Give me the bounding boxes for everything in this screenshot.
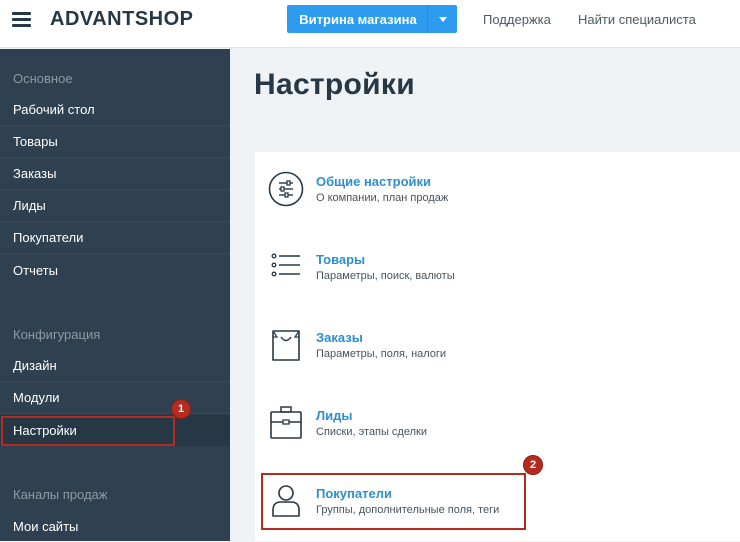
setting-leads[interactable]: Лиды Списки, этапы сделки bbox=[268, 405, 568, 457]
annotation-badge-2: 2 bbox=[523, 455, 543, 475]
chevron-down-icon[interactable] bbox=[427, 5, 457, 33]
setting-general-title[interactable]: Общие настройки bbox=[316, 174, 431, 189]
top-bar: ADVANTSHOP Витрина магазина Поддержка На… bbox=[0, 0, 740, 48]
sidebar-item-reports[interactable]: Отчеты bbox=[0, 254, 230, 286]
page-title: Настройки bbox=[254, 68, 415, 101]
sidebar-item-products[interactable]: Товары bbox=[0, 126, 230, 158]
sliders-icon bbox=[268, 171, 304, 207]
sidebar-item-orders[interactable]: Заказы bbox=[0, 158, 230, 190]
highlight-frame-settings bbox=[1, 416, 175, 446]
setting-orders-subtitle: Параметры, поля, налоги bbox=[316, 348, 447, 360]
menu-icon[interactable] bbox=[12, 12, 31, 27]
sidebar-item-modules[interactable]: Модули bbox=[0, 382, 230, 414]
setting-general[interactable]: Общие настройки О компании, план продаж bbox=[268, 171, 568, 223]
setting-products-title[interactable]: Товары bbox=[316, 252, 365, 267]
storefront-button-label: Витрина магазина bbox=[299, 11, 417, 27]
briefcase-icon bbox=[270, 406, 302, 439]
sidebar-section-configuration: Конфигурация bbox=[13, 327, 101, 342]
shopping-bag-icon bbox=[272, 330, 300, 361]
storefront-button[interactable]: Витрина магазина bbox=[287, 5, 457, 33]
support-link[interactable]: Поддержка bbox=[483, 12, 551, 27]
setting-leads-title[interactable]: Лиды bbox=[316, 408, 352, 423]
sidebar-item-design[interactable]: Дизайн bbox=[0, 350, 230, 382]
logo[interactable]: ADVANTSHOP bbox=[50, 8, 194, 30]
setting-leads-subtitle: Списки, этапы сделки bbox=[316, 426, 427, 438]
sidebar-item-leads[interactable]: Лиды bbox=[0, 190, 230, 222]
sidebar-item-my-sites[interactable]: Мои сайты bbox=[0, 510, 230, 542]
setting-orders[interactable]: Заказы Параметры, поля, налоги bbox=[268, 327, 568, 379]
setting-general-subtitle: О компании, план продаж bbox=[316, 192, 449, 204]
sidebar-item-dashboard[interactable]: Рабочий стол bbox=[0, 94, 230, 126]
setting-products-subtitle: Параметры, поиск, валюты bbox=[316, 270, 455, 282]
sidebar-section-main: Основное bbox=[13, 71, 73, 86]
setting-orders-title[interactable]: Заказы bbox=[316, 330, 363, 345]
find-specialist-link[interactable]: Найти специалиста bbox=[578, 12, 696, 27]
annotation-badge-1: 1 bbox=[171, 399, 191, 419]
highlight-frame-customers bbox=[261, 473, 526, 530]
setting-products[interactable]: Товары Параметры, поиск, валюты bbox=[268, 249, 568, 301]
sidebar-section-sales-channels: Каналы продаж bbox=[13, 487, 108, 502]
list-icon bbox=[271, 253, 300, 277]
sidebar-item-customers[interactable]: Покупатели bbox=[0, 222, 230, 254]
